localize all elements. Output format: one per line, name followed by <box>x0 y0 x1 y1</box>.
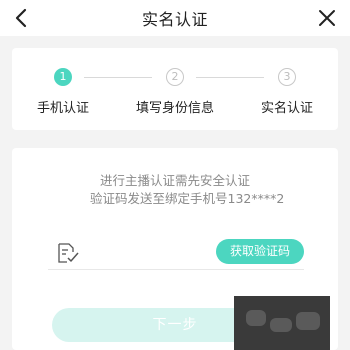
step-3-label: 实名认证 <box>260 101 314 116</box>
code-input-row: 获取验证码 <box>48 234 304 270</box>
steps-card: 1 2 3 手机认证 填写身份信息 实名认证 <box>12 48 338 130</box>
header-bar: 实名认证 <box>0 0 350 36</box>
step-connector <box>196 77 264 78</box>
get-code-button[interactable]: 获取验证码 <box>216 239 304 264</box>
step-3-number: 3 <box>278 68 296 86</box>
step-2-label: 填写身份信息 <box>135 101 215 116</box>
step-1-label: 手机认证 <box>36 101 90 116</box>
step-2-number: 2 <box>166 68 184 86</box>
close-icon <box>319 10 335 26</box>
step-connector <box>84 77 152 78</box>
step-1-number: 1 <box>54 68 72 86</box>
verification-code-input[interactable] <box>88 240 208 264</box>
phone-hint: 验证码发送至绑定手机号132****2 <box>90 191 285 206</box>
verification-hint: 进行主播认证需先安全认证 <box>99 173 250 188</box>
page-title: 实名认证 <box>141 10 208 29</box>
real-name-verification-screen: 实名认证 1 2 3 手机认证 填写身份信息 实名认证 进行主播认证需先安全认证… <box>0 0 350 350</box>
watermark-logo <box>234 296 330 350</box>
close-button[interactable] <box>314 5 340 31</box>
verify-code-icon <box>58 243 79 263</box>
